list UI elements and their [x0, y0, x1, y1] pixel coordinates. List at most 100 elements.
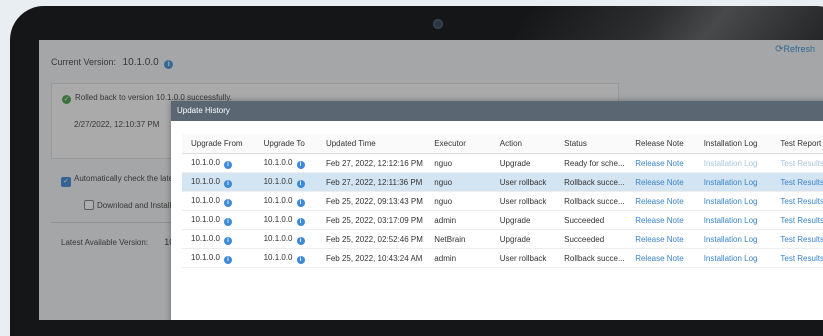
updated-time-cell: Feb 25, 2022, 03:17:09 PM [316, 210, 426, 230]
table-body: 10.1.0.0 i 10.1.0.0 i Feb 27, 2022, 12:12:16… [182, 153, 823, 268]
webcam [433, 19, 443, 29]
table-row[interactable]: 10.1.0.0 i 10.1.0.0 i Feb 25, 2022, 09:13:43… [182, 191, 823, 211]
info-icon[interactable]: i [296, 160, 305, 169]
refresh-button[interactable]: ⟳Refresh [775, 44, 815, 55]
info-icon[interactable]: i [223, 236, 232, 245]
column-header[interactable]: Action [490, 134, 556, 154]
column-header[interactable]: Test Report [771, 134, 823, 154]
action-cell: Upgrade [490, 210, 556, 230]
info-icon[interactable]: i [296, 255, 305, 264]
column-header[interactable]: Installation Log [694, 134, 772, 154]
upgrade-to-cell: 10.1.0.0 i [254, 172, 317, 192]
column-header[interactable]: Updated Time [316, 134, 426, 154]
test-results-link[interactable]: Test Results [771, 248, 823, 268]
test-results-link[interactable]: Test Results [771, 191, 823, 211]
executor-cell-text: NetBrain [434, 234, 466, 244]
upgrade-to-cell-text: 10.1.0.0 [263, 176, 293, 186]
installation-log-link[interactable]: Installation Log [694, 229, 772, 249]
status-cell: Succeeded [555, 210, 627, 230]
dialog-title: Update History [171, 101, 823, 121]
column-header[interactable]: Upgrade From [182, 134, 255, 154]
upgrade-to-cell: 10.1.0.0 i [254, 210, 317, 230]
executor-cell: admin [425, 248, 491, 268]
screen: ⟳Refresh Current Version: 10.1.0.0 i ✓ Ro… [39, 40, 823, 320]
release-note-link-text: Release Note [635, 196, 684, 206]
installation-log-link[interactable]: Installation Log [694, 191, 772, 211]
table-row[interactable]: 10.1.0.0 i 10.1.0.0 i Feb 25, 2022, 10:43:24… [182, 248, 823, 268]
updated-time-cell-text: Feb 27, 2022, 12:12:16 PM [325, 158, 423, 168]
column-header[interactable]: Upgrade To [254, 134, 317, 154]
status-cell: Rollback succe... [555, 191, 627, 211]
info-icon[interactable]: i [296, 217, 305, 226]
installation-log-link-text: Installation Log [703, 158, 758, 168]
action-cell-text: User rollback [499, 177, 547, 187]
test-results-link[interactable]: Test Results [771, 153, 823, 173]
info-icon[interactable]: i [223, 160, 232, 169]
upgrade-from-cell: 10.1.0.0 i [182, 229, 255, 249]
installation-log-link-text: Installation Log [703, 253, 758, 263]
installation-log-link-text: Installation Log [703, 177, 758, 187]
installation-log-link[interactable]: Installation Log [694, 172, 772, 192]
release-note-link[interactable]: Release Note [626, 153, 695, 173]
refresh-label: Refresh [783, 44, 815, 54]
action-cell: User rollback [490, 172, 556, 192]
installation-log-link-text: Installation Log [703, 196, 758, 206]
installation-log-link[interactable]: Installation Log [694, 248, 772, 268]
executor-cell-text: nguo [434, 177, 453, 187]
action-cell: Upgrade [490, 153, 556, 173]
release-note-link[interactable]: Release Note [626, 191, 695, 211]
info-icon[interactable]: i [223, 198, 232, 207]
info-icon[interactable]: i [223, 217, 232, 226]
test-results-link-text: Test Results [780, 158, 823, 168]
upgrade-from-cell: 10.1.0.0 i [182, 191, 255, 211]
upgrade-from-cell: 10.1.0.0 i [182, 172, 255, 192]
test-results-link[interactable]: Test Results [771, 210, 823, 230]
info-icon[interactable]: i [296, 236, 305, 245]
upgrade-from-cell: 10.1.0.0 i [182, 248, 255, 268]
executor-cell: nguo [425, 191, 491, 211]
test-results-link-text: Test Results [780, 177, 823, 187]
column-header[interactable]: Status [555, 134, 627, 154]
installation-log-link[interactable]: Installation Log [694, 210, 772, 230]
update-history-dialog: Update History Upgrade From Upgrade To Upd… [171, 101, 823, 320]
success-check-icon: ✓ [62, 95, 71, 104]
updated-time-cell-text: Feb 27, 2022, 12:11:36 PM [325, 177, 423, 187]
info-icon[interactable]: i [164, 60, 174, 69]
info-icon[interactable]: i [296, 198, 305, 207]
upgrade-from-cell-text: 10.1.0.0 [191, 214, 220, 224]
upgrade-to-cell: 10.1.0.0 i [254, 229, 317, 249]
column-header[interactable]: Release Note [626, 134, 695, 154]
current-version-value: 10.1.0.0 [122, 57, 159, 68]
updated-time-cell: Feb 25, 2022, 02:52:46 PM [316, 229, 426, 249]
upgrade-from-cell-text: 10.1.0.0 [191, 233, 220, 243]
installation-log-link[interactable]: Installation Log [694, 153, 772, 173]
test-results-link-text: Test Results [780, 234, 823, 244]
info-icon[interactable]: i [296, 179, 305, 188]
status-cell: Ready for sche... [555, 153, 627, 173]
table-header-row: Upgrade From Upgrade To Updated Time Execut… [182, 134, 823, 154]
release-note-link[interactable]: Release Note [626, 248, 695, 268]
test-results-link[interactable]: Test Results [771, 229, 823, 249]
auto-check-checkbox[interactable]: ✓ [61, 177, 71, 187]
table-row[interactable]: 10.1.0.0 i 10.1.0.0 i Feb 25, 2022, 03:17:09… [182, 210, 823, 230]
status-cell: Rollback succe... [555, 172, 627, 192]
table-row[interactable]: 10.1.0.0 i 10.1.0.0 i Feb 27, 2022, 12:11:36… [182, 172, 823, 192]
upgrade-from-cell-text: 10.1.0.0 [191, 195, 220, 205]
column-header[interactable]: Executor [425, 134, 491, 154]
installation-log-link-text: Installation Log [703, 215, 758, 225]
release-note-link[interactable]: Release Note [626, 172, 695, 192]
info-icon[interactable]: i [223, 255, 232, 264]
upgrade-to-cell-text: 10.1.0.0 [263, 252, 293, 262]
release-note-link[interactable]: Release Note [626, 229, 695, 249]
test-results-link[interactable]: Test Results [771, 172, 823, 192]
action-cell: User rollback [490, 248, 556, 268]
release-note-link[interactable]: Release Note [626, 210, 695, 230]
info-icon[interactable]: i [223, 179, 232, 188]
table-row[interactable]: 10.1.0.0 i 10.1.0.0 i Feb 27, 2022, 12:12:16… [182, 153, 823, 173]
table-row[interactable]: 10.1.0.0 i 10.1.0.0 i Feb 25, 2022, 02:52:46… [182, 229, 823, 249]
executor-cell-text: admin [434, 215, 457, 225]
updated-time-cell: Feb 25, 2022, 09:13:43 PM [316, 191, 426, 211]
download-install-checkbox[interactable] [84, 200, 94, 210]
upgrade-to-cell: 10.1.0.0 i [254, 191, 317, 211]
action-cell-text: Upgrade [499, 234, 531, 244]
